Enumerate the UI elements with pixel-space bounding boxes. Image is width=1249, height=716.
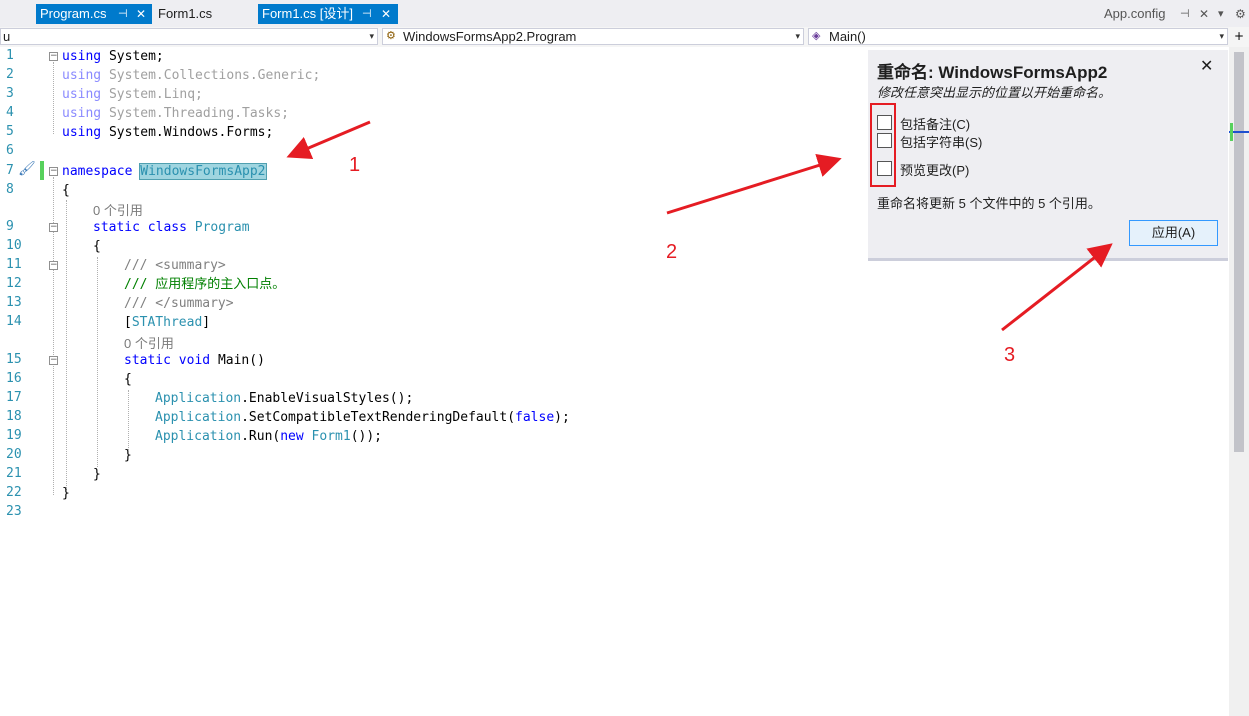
annotation-arrow-1 bbox=[286, 120, 371, 160]
annotation-arrows bbox=[286, 120, 1113, 332]
annotation-arrow-3 bbox=[1001, 243, 1113, 332]
annotation-number-3: 3 bbox=[1004, 344, 1016, 366]
annotation-number-2: 2 bbox=[666, 241, 678, 263]
visual-studio-window: Program.cs ⊣ ✕ Form1.cs Form1.cs [设计] ⊣ … bbox=[0, 0, 1249, 716]
annotation-number-1: 1 bbox=[349, 154, 361, 176]
annotation-arrow-2 bbox=[666, 153, 842, 215]
